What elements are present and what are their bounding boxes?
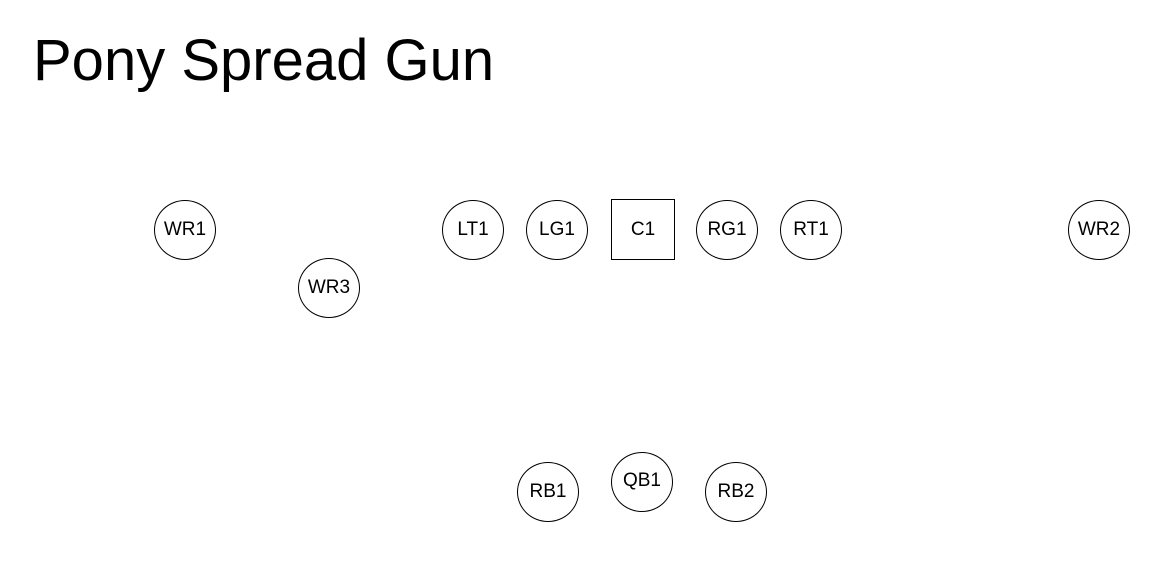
player-rg1[interactable]: RG1 <box>696 200 758 260</box>
player-wr1[interactable]: WR1 <box>154 200 216 260</box>
player-label: C1 <box>630 218 656 240</box>
player-wr3[interactable]: WR3 <box>298 258 360 318</box>
player-label: RB1 <box>529 481 567 502</box>
player-rb2[interactable]: RB2 <box>705 462 767 522</box>
player-label: RG1 <box>707 219 747 240</box>
formation-title: Pony Spread Gun <box>33 28 495 93</box>
player-label: WR1 <box>163 219 207 240</box>
player-label: WR2 <box>1077 219 1121 240</box>
player-rt1[interactable]: RT1 <box>780 200 842 260</box>
player-c1[interactable]: C1 <box>611 199 675 260</box>
player-rb1[interactable]: RB1 <box>517 462 579 522</box>
player-qb1[interactable]: QB1 <box>611 452 673 512</box>
player-label: WR3 <box>307 277 351 298</box>
player-lt1[interactable]: LT1 <box>442 200 504 260</box>
player-label: LG1 <box>539 219 575 240</box>
player-lg1[interactable]: LG1 <box>526 200 588 260</box>
player-label: QB1 <box>622 470 662 491</box>
player-label: RB2 <box>717 481 755 502</box>
player-label: LT1 <box>457 219 489 240</box>
player-label: RT1 <box>793 219 829 240</box>
player-wr2[interactable]: WR2 <box>1068 200 1130 260</box>
